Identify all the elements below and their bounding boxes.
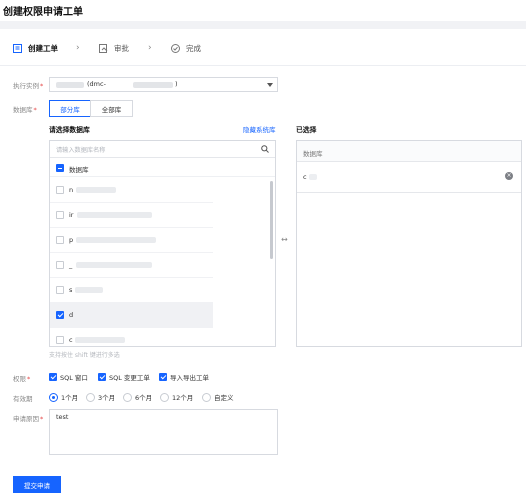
hide-system-link[interactable]: 隐藏系统库 — [243, 124, 276, 134]
validity-12m[interactable]: 12个月 — [160, 392, 193, 402]
left-panel-title: 请选择数据库 — [49, 126, 90, 134]
radio-button[interactable] — [123, 392, 132, 402]
selected-item: c × — [297, 162, 521, 193]
db-name: ir — [69, 211, 74, 219]
row-checkbox[interactable] — [56, 336, 64, 344]
step-create: 创建工单 — [13, 42, 58, 54]
swap-icon: ↔ — [281, 235, 288, 244]
chevron-right-icon: › — [148, 43, 152, 53]
redacted-text — [76, 262, 152, 268]
approve-icon — [99, 43, 108, 53]
step-bar: 创建工单 › 审批 › 完成 — [0, 29, 526, 66]
radio-button[interactable] — [86, 392, 95, 402]
submit-button[interactable]: 提交申请 — [13, 476, 61, 493]
redaction-overlay — [213, 177, 267, 346]
permission-label: 权限* — [13, 375, 31, 383]
db-name: p — [69, 236, 74, 244]
row-checkbox[interactable] — [56, 261, 64, 269]
search-placeholder: 请输入数据库名称 — [56, 147, 106, 154]
instance-label: 执行实例* — [13, 82, 44, 90]
row-checkbox[interactable] — [56, 211, 64, 219]
row-checkbox[interactable] — [56, 236, 64, 244]
perm-import-export[interactable]: 导入导出工单 — [159, 372, 209, 382]
perm-sql-change[interactable]: SQL 变更工单 — [98, 372, 150, 382]
radio-label: 自定义 — [214, 394, 234, 402]
db-name: _ — [69, 261, 73, 269]
perm-checkbox[interactable] — [98, 373, 106, 381]
validity-label: 有效期 — [13, 395, 33, 403]
redacted-text — [75, 287, 103, 293]
right-panel-title: 已选择 — [296, 126, 317, 134]
scrollbar[interactable] — [270, 181, 273, 259]
reason-label: 申请原因* — [13, 415, 44, 423]
radio-button[interactable] — [160, 392, 169, 402]
selected-header-label: 数据库 — [303, 150, 323, 158]
redacted-text — [309, 174, 317, 180]
database-list-panel: 请输入数据库名称 数据库 n ir p _ s d c — [49, 140, 276, 347]
perm-label: SQL 变更工单 — [109, 374, 150, 382]
step-label: 审批 — [114, 43, 129, 53]
perm-sql-window[interactable]: SQL 窗口 — [49, 372, 88, 382]
radio-label: 6个月 — [135, 394, 153, 402]
db-name: n — [69, 186, 74, 194]
validity-1m[interactable]: 1个月 — [49, 392, 78, 402]
page-title: 创建权限申请工单 — [3, 7, 83, 18]
step-done: 完成 — [171, 42, 201, 54]
radio-button[interactable] — [202, 392, 211, 402]
remove-icon[interactable]: × — [505, 172, 513, 180]
multi-select-hint: 支持按住 shift 键进行多选 — [49, 352, 120, 359]
redacted-text — [56, 82, 84, 88]
radio-label: 1个月 — [61, 394, 79, 402]
perm-label: SQL 窗口 — [60, 374, 88, 382]
redacted-text — [133, 82, 173, 88]
instance-value: (dmc- — [87, 80, 106, 88]
db-name: c — [69, 336, 73, 344]
selected-header: 数据库 — [297, 141, 521, 162]
redacted-text — [76, 237, 156, 243]
step-label: 创建工单 — [28, 43, 58, 53]
perm-checkbox[interactable] — [49, 373, 57, 381]
perm-checkbox[interactable] — [159, 373, 167, 381]
redacted-text — [77, 212, 152, 218]
db-name: s — [69, 286, 73, 294]
select-all-checkbox[interactable] — [56, 164, 64, 172]
step-approve: 审批 — [99, 42, 129, 54]
chevron-right-icon: › — [76, 43, 80, 53]
search-icon[interactable] — [261, 145, 269, 153]
validity-6m[interactable]: 6个月 — [123, 392, 152, 402]
segment-partial[interactable]: 部分库 — [49, 100, 91, 117]
step-label: 完成 — [186, 43, 201, 53]
database-search[interactable]: 请输入数据库名称 — [50, 141, 275, 158]
perm-label: 导入导出工单 — [170, 374, 209, 382]
validity-custom[interactable]: 自定义 — [202, 392, 234, 402]
header-band — [0, 21, 526, 29]
document-icon — [13, 43, 22, 53]
radio-label: 3个月 — [98, 394, 116, 402]
radio-label: 12个月 — [172, 394, 194, 402]
db-name: d — [69, 311, 74, 319]
radio-button[interactable] — [49, 392, 58, 402]
instance-select[interactable]: (dmc- ) — [49, 77, 278, 92]
segment-all[interactable]: 全部库 — [90, 100, 133, 117]
redacted-text — [75, 337, 125, 343]
list-header-label: 数据库 — [69, 166, 89, 174]
row-checkbox[interactable] — [56, 286, 64, 294]
row-checkbox[interactable] — [56, 311, 64, 319]
check-circle-icon — [171, 43, 180, 53]
row-checkbox[interactable] — [56, 186, 64, 194]
reason-textarea[interactable]: test — [49, 409, 278, 455]
redacted-text — [76, 187, 116, 193]
validity-3m[interactable]: 3个月 — [86, 392, 115, 402]
selected-db-name: c — [303, 173, 307, 181]
list-header: 数据库 — [50, 159, 275, 177]
database-label: 数据库* — [13, 106, 37, 114]
caret-down-icon — [267, 83, 273, 87]
instance-value-end: ) — [175, 80, 178, 88]
selected-panel: 数据库 c × — [296, 140, 522, 347]
